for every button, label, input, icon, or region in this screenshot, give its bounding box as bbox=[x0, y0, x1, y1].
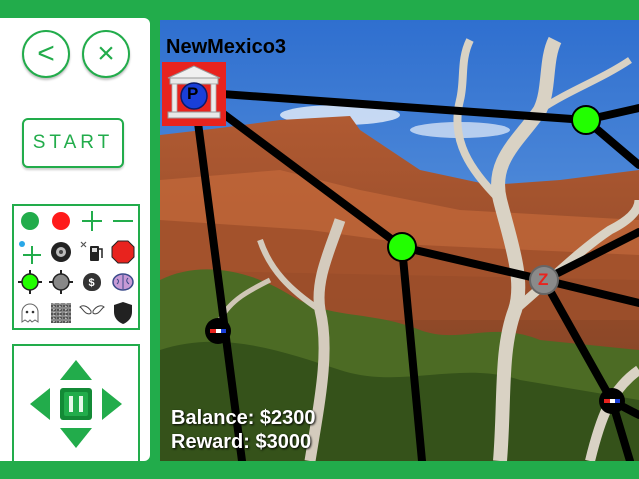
direction-pad bbox=[12, 344, 140, 472]
start-button[interactable]: START bbox=[22, 118, 124, 168]
tool-palette: $ bbox=[12, 204, 140, 330]
up-arrow-icon[interactable] bbox=[60, 360, 92, 380]
money-bag-icon: $ bbox=[82, 273, 101, 292]
green-target-icon bbox=[17, 270, 42, 295]
back-icon: < bbox=[37, 37, 55, 70]
car-marker-icon bbox=[599, 388, 625, 414]
sidebar: < × START $ bbox=[0, 18, 150, 472]
green-node-icon bbox=[20, 212, 39, 231]
close-button[interactable]: × bbox=[82, 30, 130, 78]
noise-icon bbox=[50, 302, 71, 323]
balance-text: Balance: $2300 bbox=[171, 407, 316, 429]
stop-sign-icon bbox=[111, 240, 134, 264]
level-title: NewMexico3 bbox=[166, 36, 287, 58]
money-tool[interactable]: $ bbox=[76, 267, 107, 298]
close-icon: × bbox=[97, 37, 115, 70]
reward-text: Reward: $3000 bbox=[171, 431, 312, 453]
left-arrow-icon[interactable] bbox=[30, 388, 50, 420]
noise-tool[interactable] bbox=[45, 298, 76, 329]
wings-tool[interactable] bbox=[76, 298, 107, 329]
add-connection-tool[interactable] bbox=[14, 237, 45, 268]
right-arrow-icon[interactable] bbox=[102, 388, 122, 420]
tire-tool[interactable] bbox=[45, 237, 76, 268]
pause-button[interactable] bbox=[60, 388, 92, 420]
back-button[interactable]: < bbox=[22, 30, 70, 78]
bank-node[interactable]: P bbox=[162, 62, 226, 126]
brain-tool[interactable] bbox=[107, 267, 138, 298]
minus-tool[interactable] bbox=[107, 206, 138, 237]
plus-tool[interactable] bbox=[76, 206, 107, 237]
red-node-tool[interactable] bbox=[45, 206, 76, 237]
junction-node[interactable] bbox=[387, 232, 417, 262]
green-node-tool[interactable] bbox=[14, 206, 45, 237]
down-arrow-icon[interactable] bbox=[60, 428, 92, 448]
z-node-label: Z bbox=[538, 270, 549, 289]
road-network bbox=[190, 88, 639, 461]
red-node-icon bbox=[51, 212, 70, 231]
game-map[interactable]: Z P NewMexico3 Balance: $2300 Reward: $3… bbox=[160, 20, 639, 461]
fuel-pump-icon bbox=[80, 241, 103, 261]
gray-target-tool[interactable] bbox=[45, 267, 76, 298]
junction-node[interactable] bbox=[571, 105, 601, 135]
minus-icon bbox=[112, 220, 133, 223]
top-frame-bar bbox=[0, 0, 639, 18]
plus-icon bbox=[81, 211, 102, 232]
tire-icon bbox=[50, 241, 71, 262]
fuel-tool[interactable] bbox=[76, 237, 107, 268]
shield-tool[interactable] bbox=[107, 298, 138, 329]
ghost-icon bbox=[21, 303, 38, 323]
gray-target-icon bbox=[48, 270, 73, 295]
stats-panel: Balance: $2300 Reward: $3000 bbox=[171, 406, 316, 454]
shield-icon bbox=[113, 301, 132, 324]
green-target-tool[interactable] bbox=[14, 267, 45, 298]
wings-icon bbox=[78, 305, 105, 314]
bank-label: P bbox=[187, 84, 199, 103]
ghost-tool[interactable] bbox=[14, 298, 45, 329]
stop-tool[interactable] bbox=[107, 237, 138, 268]
car-marker-icon bbox=[205, 318, 231, 344]
add-connection-icon bbox=[18, 240, 41, 264]
brain-icon bbox=[111, 273, 134, 291]
